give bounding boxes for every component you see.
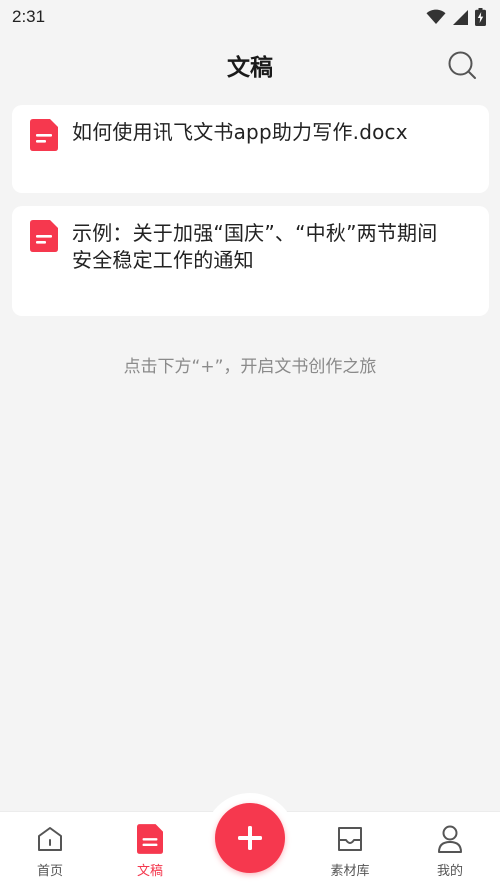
page-title: 文稿	[227, 55, 273, 81]
document-icon	[30, 220, 58, 252]
document-title: 示例：关于加强“国庆”、“中秋”两节期间 安全稳定工作的通知	[72, 220, 437, 274]
status-icons	[426, 8, 486, 26]
inbox-icon	[335, 824, 365, 854]
cell-signal-icon	[453, 9, 468, 25]
status-bar: 2:31	[0, 0, 500, 34]
document-title-line: 如何使用讯飞文书app助力写作.docx	[72, 120, 408, 144]
tab-label: 文稿	[136, 864, 163, 879]
empty-hint: 点击下方“+”，开启文书创作之旅	[123, 357, 377, 377]
document-icon	[30, 119, 58, 151]
tab-documents[interactable]: 文稿	[110, 824, 190, 884]
tab-label: 素材库	[330, 864, 370, 879]
search-icon	[448, 51, 476, 79]
tab-home[interactable]: 首页	[10, 824, 90, 884]
document-title-line: 安全稳定工作的通知	[72, 248, 254, 272]
home-icon	[35, 824, 65, 854]
document-icon	[135, 824, 165, 854]
wifi-icon	[426, 9, 446, 24]
add-document-button[interactable]	[215, 803, 285, 873]
tab-label: 我的	[436, 864, 463, 879]
plus-icon	[238, 826, 262, 850]
status-time: 2:31	[12, 7, 46, 26]
header: 文稿	[0, 40, 500, 90]
document-card[interactable]: 示例：关于加强“国庆”、“中秋”两节期间 安全稳定工作的通知	[12, 206, 489, 316]
document-title-line: 示例：关于加强“国庆”、“中秋”两节期间	[72, 221, 438, 245]
battery-charging-icon	[475, 8, 486, 26]
user-icon	[435, 824, 465, 854]
tab-label: 首页	[36, 864, 63, 879]
search-button[interactable]	[446, 49, 478, 81]
tab-profile[interactable]: 我的	[410, 824, 490, 884]
document-title: 如何使用讯飞文书app助力写作.docx	[72, 119, 408, 146]
tab-material-library[interactable]: 素材库	[310, 824, 390, 884]
document-card[interactable]: 如何使用讯飞文书app助力写作.docx	[12, 105, 489, 193]
